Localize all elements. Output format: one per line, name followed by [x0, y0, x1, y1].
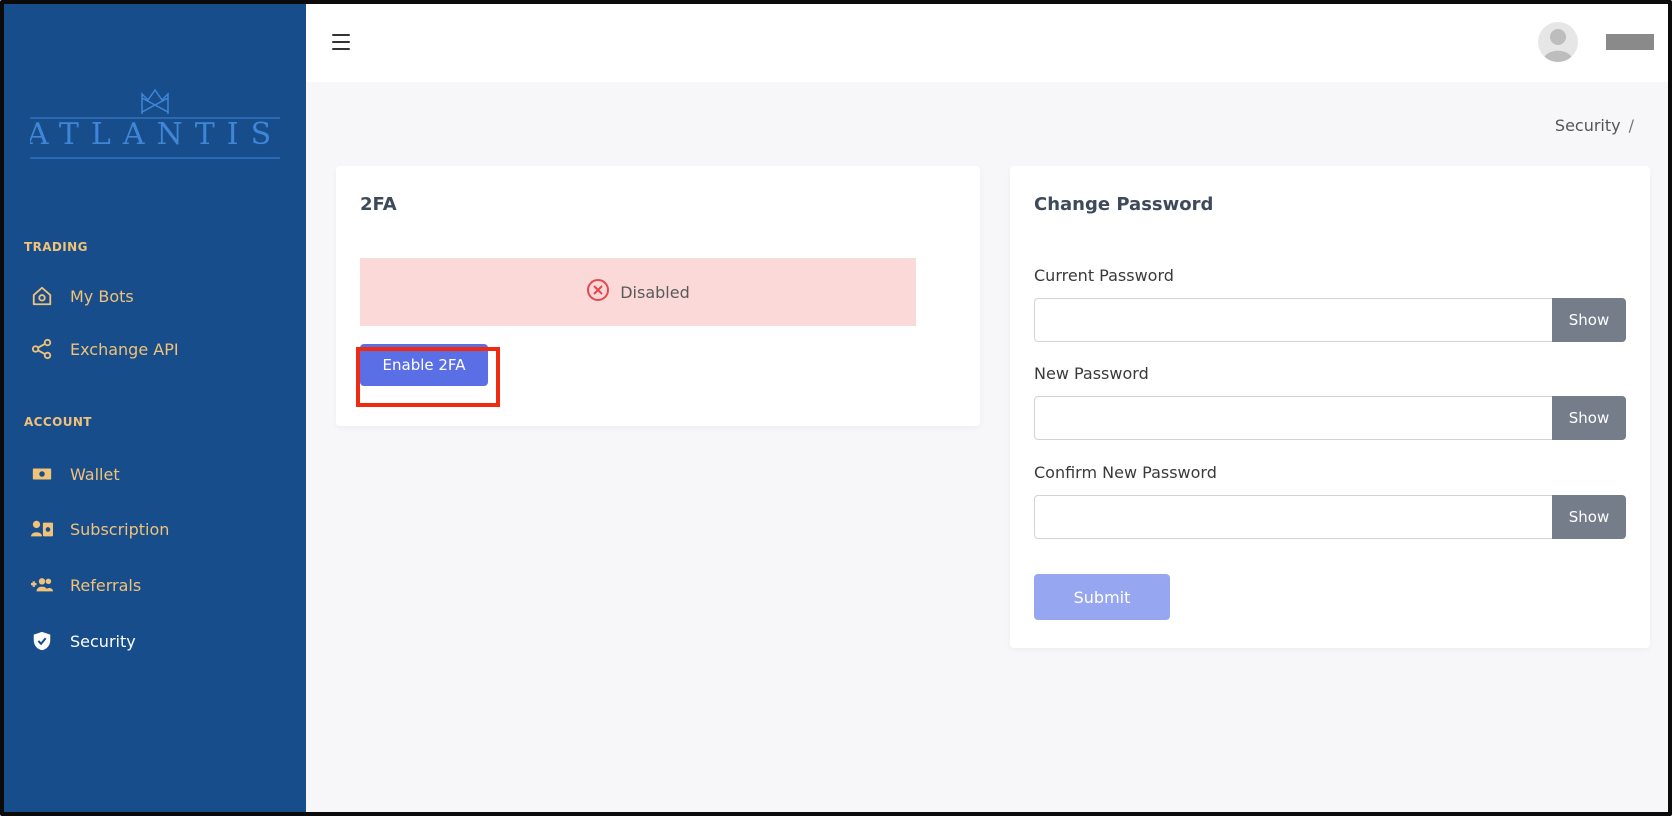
twofa-status-alert: Disabled — [360, 258, 916, 326]
sidebar-item-referrals[interactable]: Referrals — [4, 565, 306, 605]
show-current-password-button[interactable]: Show — [1552, 298, 1626, 342]
sidebar: ATLANTIS TRADING My Bots Exchange API AC… — [4, 4, 306, 812]
top-bar — [306, 4, 1668, 82]
current-password-label: Current Password — [1034, 266, 1174, 285]
user-avatar[interactable] — [1538, 22, 1578, 62]
breadcrumb: Security / — [1555, 116, 1634, 135]
twofa-title: 2FA — [360, 194, 397, 215]
change-password-card: Change Password Current Password Show Ne… — [1010, 166, 1650, 648]
shield-check-icon — [30, 629, 54, 653]
sidebar-item-label: My Bots — [70, 286, 134, 306]
confirm-password-input[interactable] — [1034, 495, 1552, 539]
app-window: ATLANTIS TRADING My Bots Exchange API AC… — [0, 0, 1672, 816]
sidebar-item-exchange-api[interactable]: Exchange API — [4, 329, 306, 369]
atlantis-logo: ATLANTIS — [30, 88, 280, 159]
sidebar-item-label: Security — [70, 631, 136, 651]
section-title-account: ACCOUNT — [24, 415, 92, 429]
home-robot-icon — [30, 284, 54, 308]
confirm-password-group: Show — [1034, 495, 1626, 539]
sidebar-item-subscription[interactable]: Subscription — [4, 509, 306, 549]
logo-text: ATLANTIS — [30, 117, 280, 152]
sidebar-item-wallet[interactable]: Wallet — [4, 454, 306, 494]
show-new-password-button[interactable]: Show — [1552, 396, 1626, 440]
hamburger-menu-icon[interactable] — [332, 34, 350, 50]
breadcrumb-separator: / — [1628, 116, 1634, 135]
new-password-label: New Password — [1034, 364, 1149, 383]
x-circle-icon — [586, 278, 610, 306]
highlight-annotation — [356, 347, 500, 407]
show-confirm-password-button[interactable]: Show — [1552, 495, 1626, 539]
submit-button[interactable]: Submit — [1034, 574, 1170, 620]
sidebar-item-label: Referrals — [70, 575, 142, 595]
sidebar-item-label: Subscription — [70, 519, 170, 539]
current-password-input[interactable] — [1034, 298, 1552, 342]
twofa-status-text: Disabled — [620, 282, 690, 302]
section-title-trading: TRADING — [24, 240, 88, 254]
confirm-password-label: Confirm New Password — [1034, 463, 1217, 482]
user-plus-icon — [30, 573, 54, 597]
change-password-title: Change Password — [1034, 194, 1214, 215]
wallet-icon — [30, 462, 54, 486]
subscription-icon — [30, 517, 54, 541]
share-nodes-icon — [30, 337, 54, 361]
breadcrumb-current: Security — [1554, 116, 1621, 135]
sidebar-item-security[interactable]: Security — [4, 621, 306, 661]
user-name-redacted[interactable] — [1606, 34, 1654, 50]
sidebar-item-my-bots[interactable]: My Bots — [4, 276, 306, 316]
new-password-group: Show — [1034, 396, 1626, 440]
sidebar-item-label: Wallet — [70, 464, 120, 484]
current-password-group: Show — [1034, 298, 1626, 342]
sidebar-item-label: Exchange API — [70, 339, 179, 359]
new-password-input[interactable] — [1034, 396, 1552, 440]
